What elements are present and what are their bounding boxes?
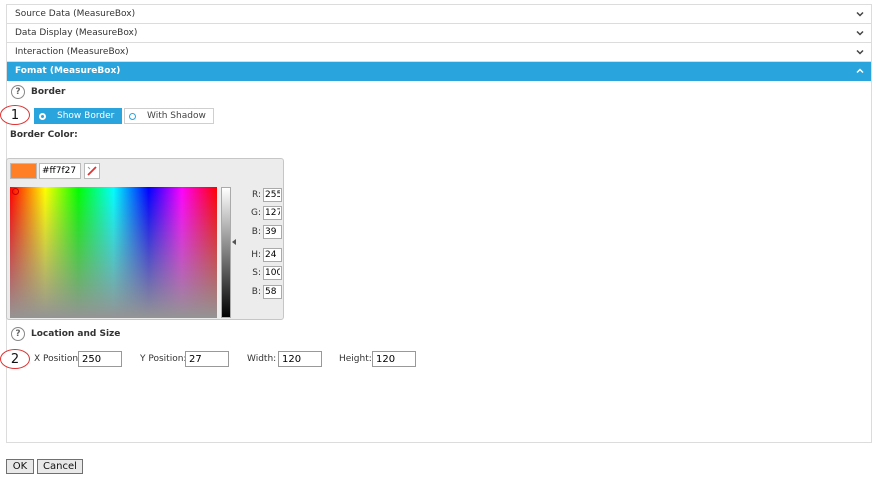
- with-shadow-label: With Shadow: [147, 111, 206, 121]
- help-icon[interactable]: ?: [11, 327, 25, 341]
- red-field: R:: [251, 188, 282, 202]
- brightness-label: B:: [251, 287, 261, 297]
- width-input[interactable]: [278, 351, 322, 367]
- show-border-toggle[interactable]: Show Border: [34, 108, 122, 124]
- blue-label: B:: [251, 227, 261, 237]
- callout-marker-1: 1: [0, 105, 30, 125]
- red-label: R:: [251, 190, 261, 200]
- blue-field: B:: [251, 225, 282, 239]
- chevron-down-icon: [855, 28, 865, 38]
- hue-field: H:: [251, 248, 282, 262]
- border-title: Border: [31, 87, 66, 97]
- hex-color-input[interactable]: [39, 163, 81, 179]
- blue-input[interactable]: [263, 225, 282, 239]
- color-cursor[interactable]: [12, 188, 19, 195]
- accordion-interaction[interactable]: Interaction (MeasureBox): [7, 43, 871, 62]
- height-label: Height:: [339, 354, 372, 364]
- accordion-label: Interaction (MeasureBox): [15, 47, 129, 57]
- green-label: G:: [251, 208, 262, 218]
- radio-selected-icon: [39, 112, 46, 120]
- saturation-field: S:: [251, 266, 282, 280]
- saturation-value-area[interactable]: [10, 187, 217, 318]
- slider-handle-icon[interactable]: [232, 239, 236, 245]
- brightness-input[interactable]: [263, 285, 282, 299]
- width-label: Width:: [247, 354, 277, 364]
- chevron-down-icon: [855, 9, 865, 19]
- y-position-label: Y Position:: [140, 354, 187, 364]
- clear-color-button[interactable]: [84, 163, 100, 179]
- green-field: G:: [251, 206, 282, 220]
- x-position-input[interactable]: [78, 351, 122, 367]
- location-section-title: ? Location and Size: [11, 327, 120, 341]
- cancel-button[interactable]: Cancel: [37, 459, 83, 474]
- brightness-slider[interactable]: [221, 187, 231, 318]
- with-shadow-toggle[interactable]: With Shadow: [124, 108, 214, 124]
- chevron-down-icon: [855, 47, 865, 57]
- accordion-label: Data Display (MeasureBox): [15, 28, 138, 38]
- saturation-input[interactable]: [263, 266, 282, 280]
- accordion-data-display[interactable]: Data Display (MeasureBox): [7, 24, 871, 43]
- border-section-title: ? Border: [11, 85, 65, 99]
- accordion-label: Fomat (MeasureBox): [15, 66, 121, 76]
- y-position-input[interactable]: [185, 351, 229, 367]
- saturation-label: S:: [252, 268, 261, 278]
- color-picker: R: G: B: H: S: B:: [6, 158, 284, 320]
- accordion-format[interactable]: Fomat (MeasureBox): [7, 62, 871, 81]
- color-swatch: [10, 163, 37, 179]
- help-icon[interactable]: ?: [11, 85, 25, 99]
- ok-button[interactable]: OK: [6, 459, 34, 474]
- border-color-label: Border Color:: [10, 130, 78, 140]
- accordion-label: Source Data (MeasureBox): [15, 9, 136, 19]
- radio-unselected-icon: [129, 112, 136, 120]
- show-border-label: Show Border: [57, 111, 115, 121]
- hue-label: H:: [251, 250, 261, 260]
- x-position-label: X Position:: [34, 354, 82, 364]
- accordion-source-data[interactable]: Source Data (MeasureBox): [7, 5, 871, 24]
- callout-marker-2: 2: [0, 349, 30, 369]
- green-input[interactable]: [263, 206, 282, 220]
- height-input[interactable]: [372, 351, 416, 367]
- chevron-up-icon: [855, 66, 865, 76]
- brightness-field: B:: [251, 285, 282, 299]
- no-color-icon: [87, 166, 97, 176]
- hue-input[interactable]: [263, 248, 282, 262]
- location-title: Location and Size: [31, 329, 121, 339]
- red-input[interactable]: [263, 188, 282, 202]
